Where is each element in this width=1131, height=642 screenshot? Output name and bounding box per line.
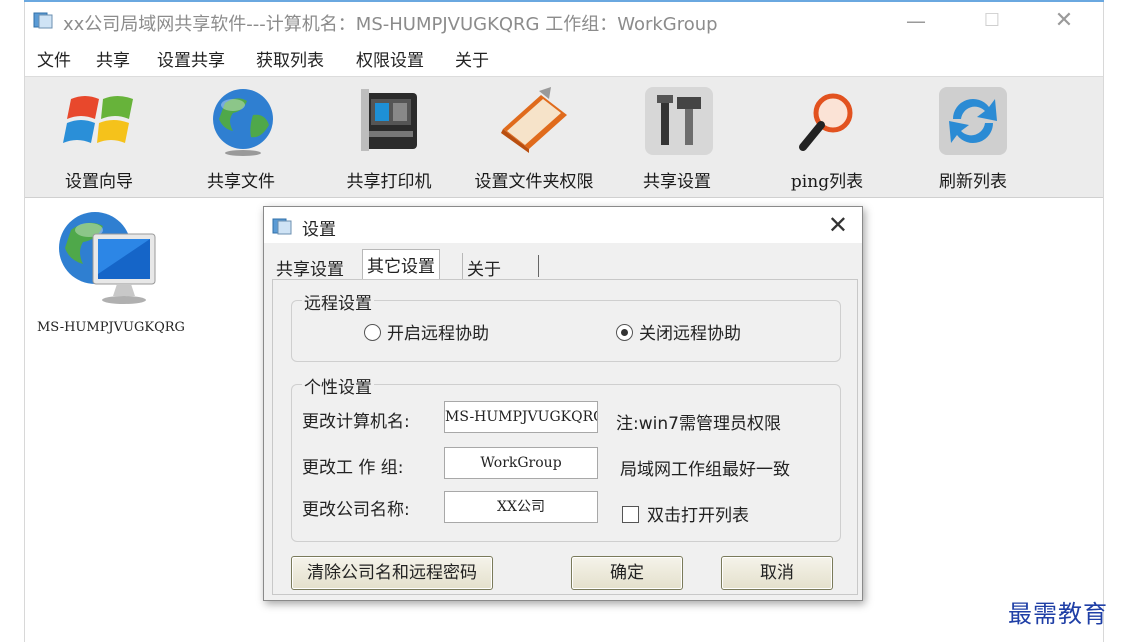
radio-enable-remote[interactable]: 开启远程协助 bbox=[364, 319, 489, 344]
dialog-title-bar: 设置 ✕ bbox=[264, 207, 862, 243]
computer-name-label: MS-HUMPJVUGKQRG bbox=[37, 320, 185, 335]
tab-about[interactable]: 关于 bbox=[462, 253, 505, 280]
tool-share-printer-label: 共享打印机 bbox=[346, 172, 432, 192]
menu-share[interactable]: 共享 bbox=[96, 46, 130, 71]
dblclick-open-list-checkbox[interactable]: 双击打开列表 bbox=[622, 501, 749, 526]
menu-get-list[interactable]: 获取列表 bbox=[256, 46, 324, 71]
folder-book-icon bbox=[501, 87, 567, 153]
company-name-input[interactable]: XX公司 bbox=[444, 491, 598, 523]
tool-ping-list[interactable]: ping列表 bbox=[777, 83, 877, 195]
radio-enable-remote-dot[interactable] bbox=[364, 324, 381, 341]
clear-company-password-button[interactable]: 清除公司名和远程密码 bbox=[291, 556, 493, 590]
tool-setup-wizard[interactable]: 设置向导 bbox=[47, 83, 157, 195]
tool-share-printer[interactable]: 共享打印机 bbox=[333, 83, 445, 195]
globe-icon bbox=[213, 89, 273, 156]
windows-logo-icon bbox=[63, 96, 133, 143]
menu-permissions[interactable]: 权限设置 bbox=[356, 46, 424, 71]
radio-disable-remote[interactable]: 关闭远程协助 bbox=[616, 319, 741, 344]
watermark: 最需教育 bbox=[1008, 600, 1108, 628]
personal-settings-title: 个性设置 bbox=[302, 373, 374, 398]
tool-setup-wizard-label: 设置向导 bbox=[65, 172, 133, 192]
dialog-app-icon bbox=[272, 218, 292, 235]
tool-share-files[interactable]: 共享文件 bbox=[193, 83, 293, 195]
remote-settings-title: 远程设置 bbox=[302, 289, 374, 314]
close-button[interactable]: ✕ bbox=[1041, 6, 1087, 36]
workgroup-note: 局域网工作组最好一致 bbox=[620, 460, 790, 480]
title-bar: xx公司局域网共享软件---计算机名：MS-HUMPJVUGKQRG 工作组：W… bbox=[25, 2, 1103, 38]
menu-file[interactable]: 文件 bbox=[37, 46, 71, 71]
tool-share-settings[interactable]: 共享设置 bbox=[629, 83, 729, 195]
tool-share-settings-label: 共享设置 bbox=[643, 172, 711, 192]
refresh-icon bbox=[939, 87, 1007, 155]
tab-share-settings[interactable]: 共享设置 bbox=[272, 253, 348, 280]
dblclick-open-list-box[interactable] bbox=[622, 506, 639, 523]
company-name-field-label: 更改公司名称: bbox=[302, 500, 410, 520]
tool-folder-permissions[interactable]: 设置文件夹权限 bbox=[463, 83, 605, 195]
workgroup-field-label: 更改工 作 组: bbox=[302, 458, 404, 478]
tool-refresh-list[interactable]: 刷新列表 bbox=[923, 83, 1023, 195]
tools-icon bbox=[645, 87, 713, 155]
maximize-button[interactable]: ☐ bbox=[969, 6, 1015, 36]
menu-set-share[interactable]: 设置共享 bbox=[157, 46, 225, 71]
toolbar: 设置向导 共享文件 共享打印机 设置文件夹权限 共享设置 ping列表 刷新列表 bbox=[25, 76, 1103, 198]
dblclick-open-list-label: 双击打开列表 bbox=[647, 506, 749, 526]
dialog-close-button[interactable]: ✕ bbox=[828, 211, 848, 239]
workgroup-input[interactable]: WorkGroup bbox=[444, 447, 598, 479]
computer-name-input[interactable]: MS-HUMPJVUGKQRG bbox=[444, 401, 598, 433]
network-computer-icon bbox=[59, 212, 156, 304]
radio-disable-remote-dot[interactable] bbox=[616, 324, 633, 341]
tool-folder-permissions-label: 设置文件夹权限 bbox=[474, 172, 594, 192]
magnifier-icon bbox=[799, 93, 853, 151]
tool-refresh-list-label: 刷新列表 bbox=[939, 172, 1007, 192]
app-icon bbox=[33, 12, 53, 29]
cancel-button[interactable]: 取消 bbox=[721, 556, 833, 590]
computer-name-field-label: 更改计算机名: bbox=[302, 412, 410, 432]
window-title: xx公司局域网共享软件---计算机名：MS-HUMPJVUGKQRG 工作组：W… bbox=[63, 14, 718, 35]
personal-settings-group: 个性设置 更改计算机名: MS-HUMPJVUGKQRG 注:win7需管理员权… bbox=[291, 373, 841, 542]
tab-strip-end bbox=[538, 255, 539, 277]
other-settings-panel: 远程设置 开启远程协助 关闭远程协助 个性设置 更改计算机名: MS-HUMPJ… bbox=[272, 279, 858, 595]
printer-icon bbox=[361, 89, 417, 151]
tool-share-files-label: 共享文件 bbox=[207, 172, 275, 192]
ok-button[interactable]: 确定 bbox=[571, 556, 683, 590]
computer-item[interactable]: MS-HUMPJVUGKQRG bbox=[25, 200, 195, 350]
tab-other-settings[interactable]: 其它设置 bbox=[362, 249, 440, 280]
remote-settings-group: 远程设置 开启远程协助 关闭远程协助 bbox=[291, 289, 841, 362]
menu-about[interactable]: 关于 bbox=[455, 46, 489, 71]
tool-ping-list-label: ping列表 bbox=[790, 172, 864, 192]
settings-dialog: 设置 ✕ 共享设置 其它设置 关于 远程设置 开启远程协助 关闭远程协助 个性设… bbox=[263, 206, 863, 601]
page: xx公司局域网共享软件---计算机名：MS-HUMPJVUGKQRG 工作组：W… bbox=[0, 0, 1131, 642]
computer-name-note: 注:win7需管理员权限 bbox=[616, 414, 781, 434]
radio-enable-remote-label: 开启远程协助 bbox=[387, 324, 489, 344]
dialog-title: 设置 bbox=[302, 220, 336, 240]
minimize-button[interactable]: — bbox=[893, 6, 939, 36]
radio-disable-remote-label: 关闭远程协助 bbox=[639, 324, 741, 344]
